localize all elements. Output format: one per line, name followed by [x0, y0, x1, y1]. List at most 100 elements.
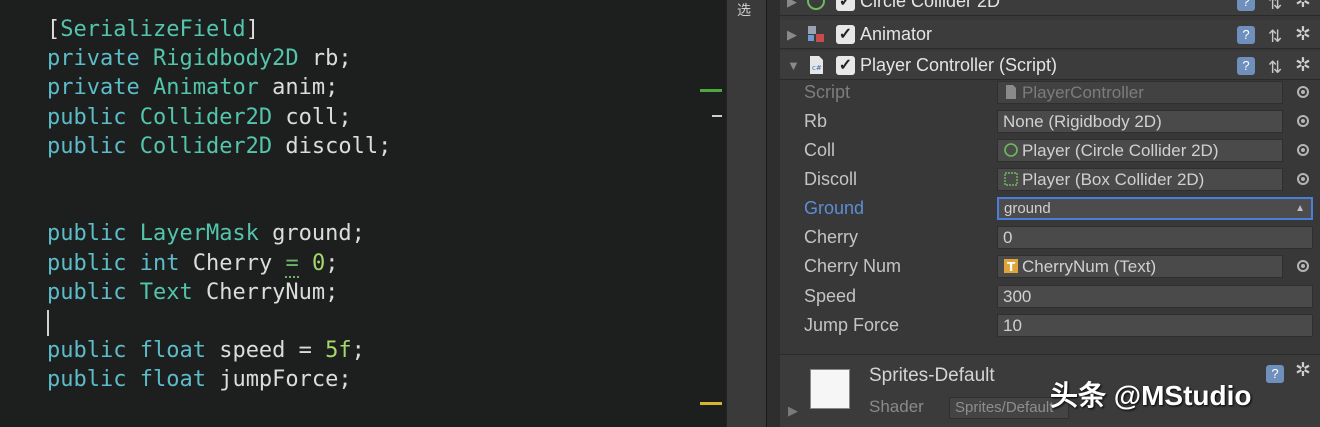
- rb-object-field[interactable]: None (Rigidbody 2D): [997, 110, 1283, 133]
- code-token: 0: [311, 250, 326, 276]
- code-token: public: [47, 104, 140, 130]
- field-value: None (Rigidbody 2D): [1003, 112, 1162, 131]
- code-token: public: [47, 367, 140, 393]
- code-token: speed =: [205, 338, 326, 364]
- gear-icon[interactable]: ✲: [1295, 0, 1311, 16]
- code-line[interactable]: public Collider2D coll;: [47, 103, 352, 132]
- script-file-icon: [1006, 85, 1016, 99]
- component-name: Circle Collider 2D: [860, 0, 1001, 11]
- code-token: rb;: [298, 46, 352, 72]
- code-token: Rigidbody2D: [152, 46, 299, 72]
- speed-float-field[interactable]: 300: [997, 285, 1313, 308]
- property-label: Speed: [804, 286, 857, 306]
- property-label: Script: [804, 82, 851, 102]
- material-preview-swatch[interactable]: [810, 369, 850, 409]
- panel-divider[interactable]: [726, 0, 766, 427]
- text-caret: [47, 310, 49, 336]
- component-enabled-checkbox[interactable]: ✓: [836, 0, 855, 11]
- code-line[interactable]: public int Cherry = 0;: [47, 249, 338, 278]
- gutter-change-marker: [712, 115, 722, 117]
- code-line[interactable]: public Text CherryNum;: [47, 278, 338, 307]
- code-token: public: [47, 279, 140, 305]
- ground-layermask-dropdown[interactable]: ground ▲: [997, 197, 1313, 220]
- coll-object-field[interactable]: Player (Circle Collider 2D): [997, 139, 1283, 162]
- object-picker-icon[interactable]: [1297, 260, 1309, 272]
- component-header-animator[interactable]: ▶ ✓ Animator ? ⇅ ✲: [780, 20, 1320, 49]
- property-row-coll: Coll Player (Circle Collider 2D): [780, 136, 1320, 165]
- object-picker-icon[interactable]: [1297, 144, 1309, 156]
- code-token: =: [285, 250, 299, 278]
- field-value: PlayerController: [1022, 83, 1144, 102]
- code-token: jumpForce;: [205, 367, 352, 393]
- property-label: Cherry: [804, 227, 859, 247]
- code-line[interactable]: public Collider2D discoll;: [47, 132, 391, 161]
- script-icon: c#: [810, 56, 823, 74]
- code-line[interactable]: public LayerMask ground;: [47, 219, 365, 248]
- property-row-rb: Rb None (Rigidbody 2D): [780, 107, 1320, 136]
- code-line[interactable]: public float speed = 5f;: [47, 336, 365, 365]
- code-token: [: [47, 17, 61, 42]
- preset-icon[interactable]: ⇅: [1268, 0, 1282, 18]
- code-token: ;: [325, 250, 339, 276]
- property-row-discoll: Discoll Player (Box Collider 2D): [780, 165, 1320, 194]
- gear-icon[interactable]: ✲: [1295, 20, 1311, 49]
- gear-icon[interactable]: ✲: [1295, 359, 1311, 382]
- code-editor[interactable]: [SerializeField] private Rigidbody2D rb; p…: [0, 0, 726, 427]
- code-token: 5f: [325, 338, 352, 364]
- field-value: 0: [1003, 228, 1013, 247]
- object-picker-icon[interactable]: [1297, 173, 1309, 185]
- code-token: CherryNum;: [192, 279, 339, 305]
- code-line[interactable]: public float jumpForce;: [47, 365, 352, 394]
- component-enabled-checkbox[interactable]: ✓: [836, 56, 855, 75]
- code-token: public: [47, 133, 140, 159]
- property-label: Discoll: [804, 169, 858, 189]
- property-row-script: Script PlayerController: [780, 78, 1320, 107]
- gear-icon[interactable]: ✲: [1295, 51, 1311, 80]
- component-header-circle-collider[interactable]: ▶ ✓ Circle Collider 2D ? ⇅ ✲: [780, 0, 1320, 16]
- help-icon[interactable]: ?: [1237, 0, 1255, 11]
- property-label: Jump Force: [804, 315, 900, 335]
- property-label: Ground: [804, 198, 865, 218]
- component-header-player-controller[interactable]: ▼ c# ✓ Player Controller (Script) ? ⇅ ✲: [780, 51, 1320, 80]
- property-label: Coll: [804, 140, 836, 160]
- code-token: public: [47, 338, 140, 364]
- foldout-arrow-expanded-icon[interactable]: ▼: [787, 51, 800, 80]
- foldout-arrow-icon[interactable]: ▶: [788, 403, 798, 419]
- circle-collider-icon: [807, 0, 825, 10]
- discoll-object-field[interactable]: Player (Box Collider 2D): [997, 168, 1283, 191]
- svg-text:c#: c#: [812, 64, 822, 72]
- code-token: discoll;: [272, 133, 392, 159]
- divider-tab-label[interactable]: 选: [737, 0, 755, 20]
- code-line[interactable]: private Animator anim;: [47, 73, 338, 102]
- component-name: Player Controller (Script): [860, 55, 1058, 75]
- box-collider-icon: [1004, 172, 1018, 186]
- component-enabled-checkbox[interactable]: ✓: [836, 25, 855, 44]
- code-line[interactable]: private Rigidbody2D rb;: [47, 44, 352, 73]
- script-reference-field: PlayerController: [997, 81, 1283, 104]
- watermark: 头条 @MStudio: [1050, 380, 1252, 411]
- object-picker-icon[interactable]: [1297, 115, 1309, 127]
- gutter-warning-marker: [700, 402, 722, 405]
- preset-icon[interactable]: ⇅: [1268, 22, 1282, 51]
- jump-force-float-field[interactable]: 10: [997, 314, 1313, 337]
- code-token: Collider2D: [139, 133, 273, 159]
- code-token: private: [47, 46, 153, 72]
- code-token: Collider2D: [139, 104, 273, 130]
- help-icon[interactable]: ?: [1237, 57, 1255, 75]
- cherry-num-object-field[interactable]: T CherryNum (Text): [997, 255, 1283, 278]
- help-icon[interactable]: ?: [1266, 365, 1284, 383]
- cherry-int-field[interactable]: 0: [997, 226, 1313, 249]
- code-token: LayerMask: [139, 221, 259, 247]
- inspector-scroll-edge: [766, 0, 780, 427]
- svg-text:T: T: [1007, 260, 1016, 274]
- help-icon[interactable]: ?: [1237, 26, 1255, 44]
- foldout-arrow-icon[interactable]: ▶: [787, 20, 797, 49]
- field-value: CherryNum (Text): [1022, 257, 1157, 276]
- code-token: Text: [139, 279, 193, 305]
- object-picker-icon[interactable]: [1297, 86, 1309, 98]
- foldout-arrow-icon[interactable]: ▶: [787, 0, 797, 16]
- property-label: Cherry Num: [804, 256, 902, 276]
- code-line[interactable]: [SerializeField]: [47, 15, 259, 44]
- code-token: public: [47, 221, 140, 247]
